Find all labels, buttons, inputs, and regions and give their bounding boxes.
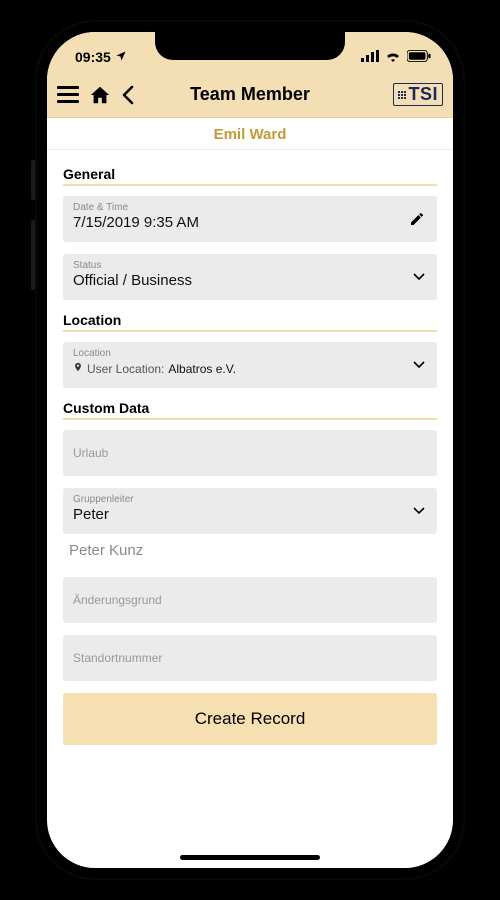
back-icon[interactable] [121, 85, 135, 105]
status-time: 09:35 [75, 49, 111, 65]
pin-icon [73, 361, 83, 376]
section-rule [63, 418, 437, 420]
location-prefix: User Location: [87, 362, 164, 376]
brand-logo: TSI [393, 83, 443, 106]
home-indicator[interactable] [180, 855, 320, 860]
phone-frame: 09:35 [35, 20, 465, 880]
pencil-icon[interactable] [409, 211, 425, 227]
status-label: Status [73, 260, 427, 271]
screen: 09:35 [47, 32, 453, 868]
section-rule [63, 330, 437, 332]
create-record-button[interactable]: Create Record [63, 693, 437, 745]
home-icon[interactable] [89, 84, 111, 106]
standortnummer-label: Standortnummer [73, 641, 427, 665]
datetime-field[interactable]: Date & Time 7/15/2019 9:35 AM [63, 196, 437, 242]
standortnummer-field[interactable]: Standortnummer [63, 635, 437, 681]
battery-icon [407, 49, 431, 65]
location-field[interactable]: Location User Location: Albatros e.V. [63, 342, 437, 388]
section-title-general: General [63, 166, 437, 182]
location-arrow-icon [115, 49, 127, 65]
member-name: Emil Ward [47, 118, 453, 150]
chevron-down-icon [413, 273, 425, 281]
form-content: General Date & Time 7/15/2019 9:35 AM St… [47, 150, 453, 868]
chevron-down-icon [413, 361, 425, 369]
section-rule [63, 184, 437, 186]
menu-icon[interactable] [57, 86, 79, 103]
datetime-value: 7/15/2019 9:35 AM [73, 214, 427, 231]
gruppenleiter-label: Gruppenleiter [73, 494, 427, 505]
wifi-icon [385, 49, 401, 65]
urlaub-field[interactable]: Urlaub [63, 430, 437, 476]
aenderungsgrund-label: Änderungsgrund [73, 583, 427, 607]
app-bar: Team Member TSI [47, 72, 453, 118]
datetime-label: Date & Time [73, 202, 427, 213]
section-title-custom: Custom Data [63, 400, 437, 416]
logo-dots-icon [398, 91, 406, 99]
gruppenleiter-field[interactable]: Gruppenleiter Peter [63, 488, 437, 534]
gruppenleiter-value: Peter [73, 506, 427, 523]
brand-text: TSI [408, 84, 438, 105]
cellular-icon [361, 49, 379, 65]
location-value: Albatros e.V. [168, 362, 236, 376]
notch [155, 32, 345, 60]
location-label: Location [73, 348, 427, 359]
section-title-location: Location [63, 312, 437, 328]
chevron-down-icon [413, 507, 425, 515]
status-value: Official / Business [73, 272, 427, 289]
urlaub-label: Urlaub [73, 436, 427, 460]
status-field[interactable]: Status Official / Business [63, 254, 437, 300]
gruppenleiter-fulltext: Peter Kunz [63, 542, 437, 563]
aenderungsgrund-field[interactable]: Änderungsgrund [63, 577, 437, 623]
